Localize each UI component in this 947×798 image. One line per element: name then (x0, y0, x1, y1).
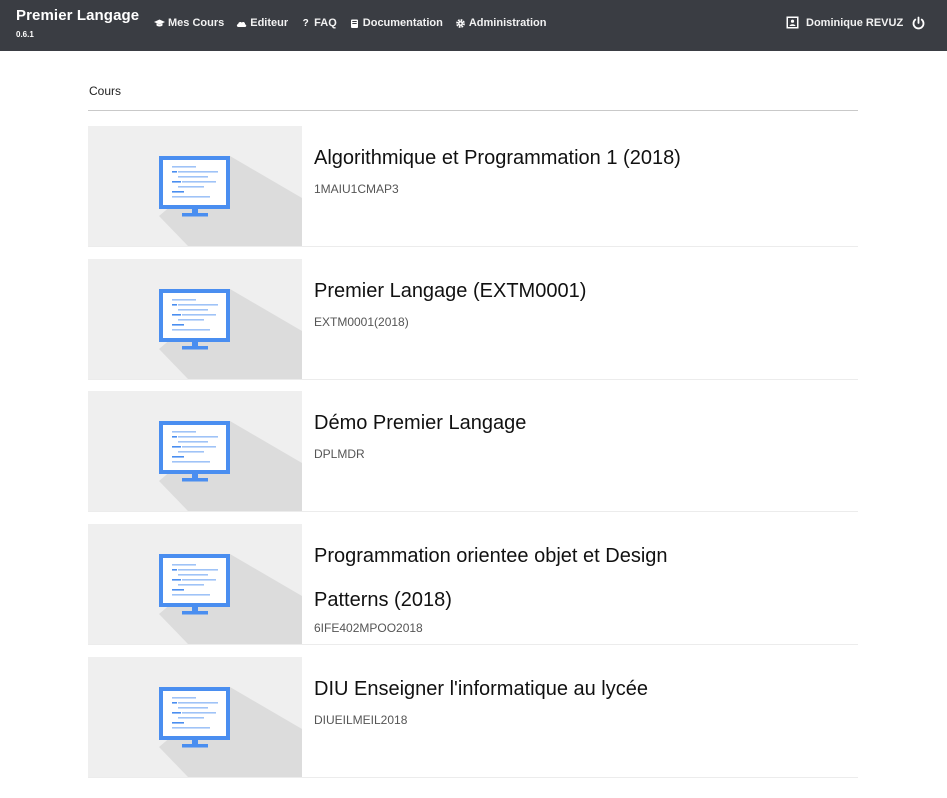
nav-administration[interactable]: Administration (455, 17, 547, 29)
course-title[interactable]: DIU Enseigner l'informatique au lycée (314, 667, 734, 711)
user-name: Dominique REVUZ (806, 16, 904, 29)
course-thumbnail (88, 391, 302, 511)
course-code: EXTM0001(2018) (314, 315, 409, 329)
monitor-code-icon (159, 687, 302, 777)
course-title[interactable]: Démo Premier Langage (314, 401, 734, 445)
app-version: 0.6.1 (16, 30, 34, 39)
nav-administration-label: Administration (468, 17, 547, 29)
gear-icon (455, 18, 466, 29)
book-icon (349, 18, 360, 29)
nav-mes-cours-label: Mes Cours (168, 17, 225, 29)
course-thumbnail (88, 126, 302, 246)
course-thumbnail (88, 259, 302, 379)
brand-title[interactable]: Premier Langage (16, 7, 139, 24)
course-card[interactable]: Premier Langage (EXTM0001) EXTM0001(2018) (88, 259, 858, 380)
course-card[interactable]: Programmation orientee objet et Design P… (88, 524, 858, 645)
nav-mes-cours[interactable]: Mes Cours (154, 17, 224, 29)
monitor-code-icon (159, 421, 302, 511)
question-icon: ? (302, 17, 309, 29)
course-code: DIUEILMEIL2018 (314, 713, 408, 727)
power-icon[interactable] (911, 16, 926, 31)
nav-faq-label: FAQ (314, 17, 337, 29)
course-code: 1MAIU1CMAP3 (314, 182, 399, 196)
nav-editeur[interactable]: Editeur (236, 17, 288, 29)
course-thumbnail (88, 657, 302, 777)
nav-documentation-label: Documentation (362, 17, 443, 29)
course-card[interactable]: Démo Premier Langage DPLMDR (88, 391, 858, 512)
course-code: 6IFE402MPOO2018 (314, 621, 423, 635)
nav-documentation[interactable]: Documentation (349, 17, 443, 29)
course-thumbnail (88, 524, 302, 644)
course-title[interactable]: Programmation orientee objet et Design P… (314, 534, 734, 622)
user-menu[interactable]: Dominique REVUZ (786, 16, 903, 29)
section-title: Cours (89, 84, 122, 98)
monitor-code-icon (159, 289, 302, 379)
graduation-cap-icon (154, 18, 165, 29)
course-code: DPLMDR (314, 447, 365, 461)
section-divider (88, 110, 858, 111)
cloud-icon (236, 18, 247, 29)
top-navbar: Premier Langage 0.6.1 Mes Cours Editeur … (0, 0, 947, 51)
course-title[interactable]: Algorithmique et Programmation 1 (2018) (314, 136, 734, 180)
course-title[interactable]: Premier Langage (EXTM0001) (314, 269, 734, 313)
monitor-code-icon (159, 554, 302, 644)
nav-editeur-label: Editeur (250, 17, 289, 29)
course-card[interactable]: Algorithmique et Programmation 1 (2018) 1… (88, 126, 858, 247)
monitor-code-icon (159, 156, 302, 246)
course-card[interactable]: DIU Enseigner l'informatique au lycée DIU… (88, 657, 858, 778)
nav-faq[interactable]: ? FAQ (300, 17, 337, 29)
main-nav: Mes Cours Editeur ? FAQ Documentation Ad… (154, 17, 558, 29)
user-card-icon (786, 16, 799, 29)
